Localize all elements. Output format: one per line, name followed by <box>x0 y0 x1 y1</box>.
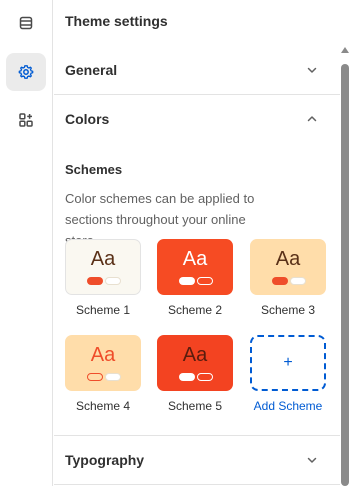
scheme-swatch: Aa <box>65 335 141 391</box>
page-title: Theme settings <box>65 13 168 29</box>
chevron-down-icon <box>307 67 317 73</box>
scheme-button-pill <box>87 277 103 285</box>
sections-icon <box>19 16 33 30</box>
scheme-sample-text: Aa <box>90 248 116 270</box>
scheme-outline-pill <box>197 373 213 381</box>
sections-button[interactable] <box>6 4 46 42</box>
plus-icon: + <box>283 354 293 371</box>
theme-settings-panel: Theme settings General Colors Schemes Co… <box>54 0 340 486</box>
scheme-card[interactable]: Aa Scheme 4 <box>65 335 141 413</box>
add-scheme-button[interactable]: + Add Scheme <box>250 335 326 413</box>
scheme-sample-text: Aa <box>90 344 116 366</box>
add-scheme-label: Add Scheme <box>253 399 323 413</box>
scheme-card[interactable]: Aa Scheme 3 <box>250 239 326 317</box>
scheme-swatch: Aa <box>65 239 141 295</box>
scroll-up-arrow-icon[interactable] <box>341 47 349 53</box>
apps-icon <box>19 113 33 127</box>
section-colors-label: Colors <box>65 111 110 127</box>
scheme-sample-text: Aa <box>275 248 301 270</box>
scheme-outline-pill <box>290 277 306 285</box>
scheme-swatch: Aa <box>157 239 233 295</box>
scheme-card[interactable]: Aa Scheme 1 <box>65 239 141 317</box>
scheme-button-pill <box>272 277 288 285</box>
chevron-up-icon <box>307 116 317 122</box>
section-general-label: General <box>65 62 118 78</box>
scheme-sample-text: Aa <box>182 344 208 366</box>
section-general[interactable]: General <box>54 46 340 94</box>
scrollbar[interactable] <box>340 0 350 486</box>
scheme-outline-pill <box>197 277 213 285</box>
section-typography[interactable]: Typography <box>54 436 340 484</box>
theme-settings-button[interactable] <box>6 53 46 91</box>
scheme-name: Scheme 5 <box>167 399 223 413</box>
scheme-outline-pill <box>105 373 121 381</box>
scheme-name: Scheme 1 <box>75 303 131 317</box>
apps-button[interactable] <box>6 101 46 139</box>
section-typography-label: Typography <box>65 452 145 468</box>
scheme-button-pill <box>87 373 103 381</box>
scheme-outline-pill <box>105 277 121 285</box>
scheme-swatch: Aa <box>157 335 233 391</box>
scheme-card[interactable]: Aa Scheme 2 <box>157 239 233 317</box>
scheme-name: Scheme 2 <box>167 303 223 317</box>
add-scheme-box: + <box>250 335 326 391</box>
chevron-down-icon <box>307 457 317 463</box>
divider <box>54 484 340 485</box>
scheme-name: Scheme 4 <box>75 399 131 413</box>
gear-icon <box>18 65 34 79</box>
scheme-card[interactable]: Aa Scheme 5 <box>157 335 233 413</box>
scheme-swatch: Aa <box>250 239 326 295</box>
scrollbar-thumb[interactable] <box>341 64 349 486</box>
scheme-button-pill <box>179 277 195 285</box>
scheme-sample-text: Aa <box>182 248 208 270</box>
icon-rail <box>0 0 53 486</box>
schemes-heading: Schemes <box>65 162 123 177</box>
section-colors[interactable]: Colors <box>54 95 340 143</box>
scheme-button-pill <box>179 373 195 381</box>
scheme-name: Scheme 3 <box>260 303 316 317</box>
